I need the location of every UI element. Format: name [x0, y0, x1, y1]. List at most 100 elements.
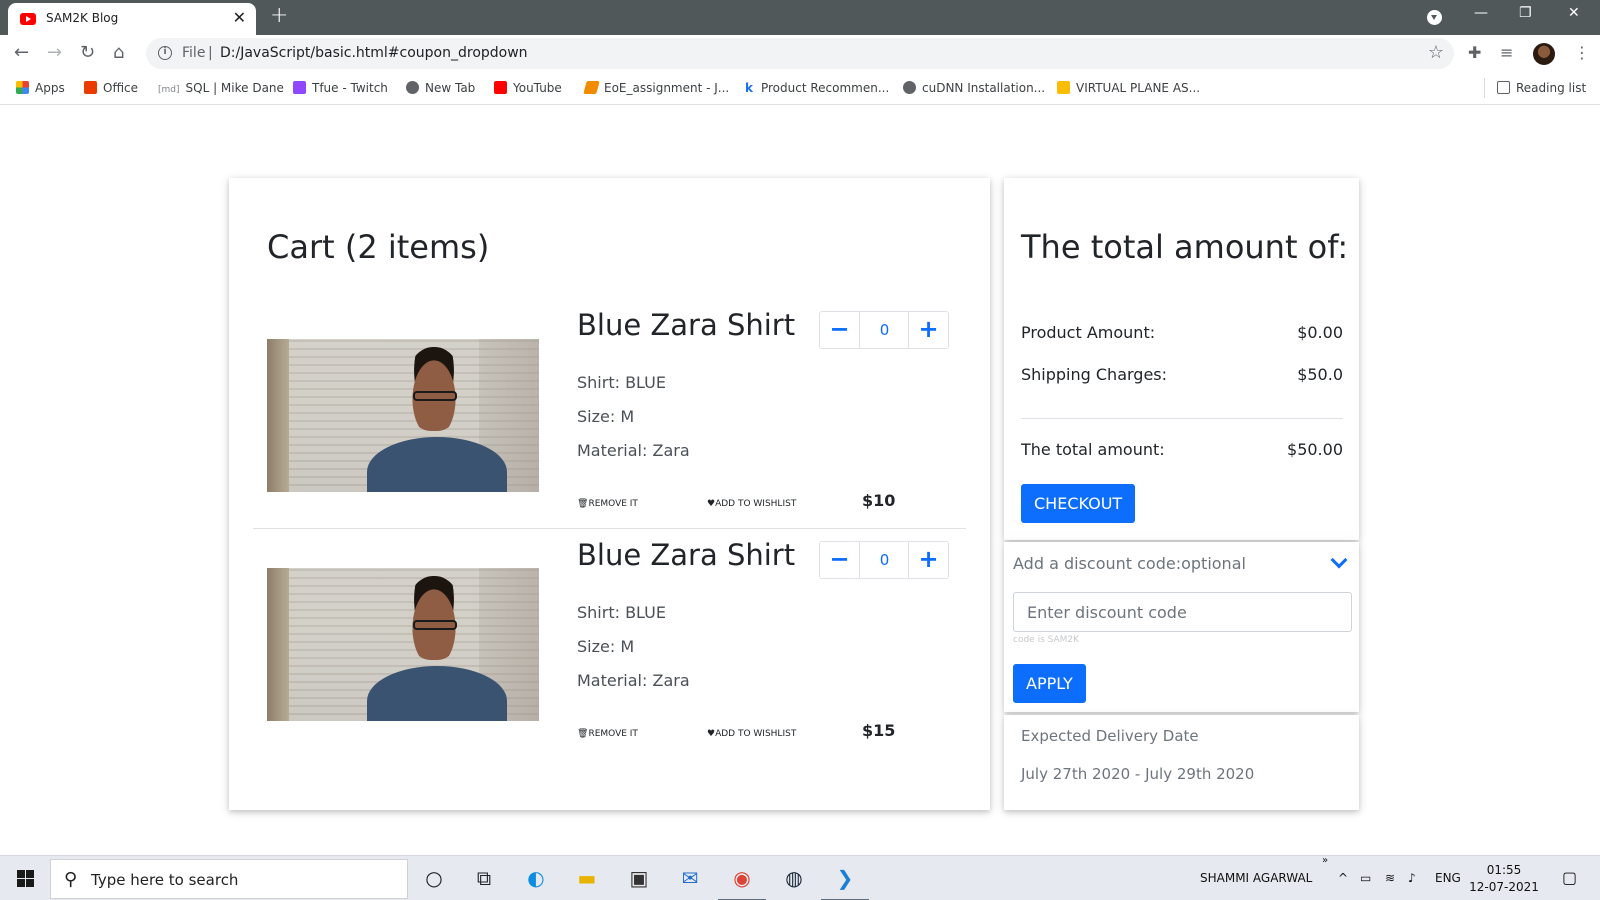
increase-quantity-button[interactable]: + — [908, 542, 948, 578]
show-hidden-icons-chevron-icon[interactable]: ^ — [1338, 871, 1348, 885]
product-shirt: Shirt: BLUE — [577, 373, 666, 392]
bookmark-virtual-plane[interactable]: VIRTUAL PLANE AS... — [1057, 81, 1200, 95]
minimize-icon[interactable]: — — [1474, 5, 1488, 21]
browser-tab[interactable]: SAM2K Blog ✕ — [8, 3, 256, 35]
add-to-wishlist-button[interactable]: ♥Add to wishlist — [707, 499, 796, 509]
remove-item-button[interactable]: 🗑Remove it — [577, 729, 638, 739]
shipping-label: Shipping Charges: — [1021, 365, 1168, 384]
product-shirt: Shirt: BLUE — [577, 603, 666, 622]
more-toolbars-icon[interactable]: » — [1322, 855, 1328, 866]
product-material: Material: Zara — [577, 671, 690, 690]
decrease-quantity-button[interactable]: − — [820, 312, 860, 348]
discount-toggle[interactable]: Add a discount code:optional — [1013, 554, 1246, 573]
menu-kebab-icon[interactable]: ⋮ — [1574, 43, 1590, 62]
edge-browser-icon[interactable]: ◐ — [522, 864, 550, 892]
new-tab-button[interactable]: + — [270, 3, 288, 28]
media-queue-icon[interactable]: ≡ — [1500, 43, 1513, 62]
taskbar-user-name[interactable]: SHAMMI AGARWAL — [1200, 871, 1312, 885]
reading-list-icon — [1497, 81, 1510, 94]
add-to-wishlist-button[interactable]: ♥Add to wishlist — [707, 729, 796, 739]
bookmark-sql-mike-dane[interactable]: [md] SQL | Mike Dane — [158, 81, 284, 95]
product-amount-row: Product Amount: $0.00 — [1021, 323, 1343, 342]
taskbar-clock[interactable]: 01:55 12-07-2021 — [1464, 862, 1544, 896]
bookmark-youtube[interactable]: YouTube — [494, 81, 562, 95]
quantity-value[interactable]: 0 — [861, 542, 908, 578]
product-price: $15 — [862, 721, 896, 740]
restore-icon[interactable]: ❐ — [1519, 5, 1532, 21]
profile-avatar[interactable] — [1533, 43, 1555, 65]
extensions-puzzle-icon[interactable]: ✚ — [1468, 43, 1481, 62]
battery-icon[interactable]: ▭ — [1360, 871, 1371, 885]
cortana-icon[interactable]: ○ — [420, 864, 448, 892]
address-url[interactable]: D:/JavaScript/basic.html#coupon_dropdown — [220, 45, 528, 61]
bookmark-cudnn-installation[interactable]: cuDNN Installation... — [903, 81, 1045, 95]
product-amount-label: Product Amount: — [1021, 323, 1156, 342]
back-arrow-icon[interactable]: ← — [14, 42, 29, 63]
product-name: Blue Zara Shirt — [577, 538, 796, 572]
taskbar-search-placeholder: Type here to search — [91, 871, 239, 889]
tab-close-icon[interactable]: ✕ — [233, 8, 246, 27]
quantity-value[interactable]: 0 — [861, 312, 908, 348]
language-indicator[interactable]: ENG — [1435, 871, 1461, 885]
twitch-icon — [293, 81, 306, 94]
mail-icon[interactable]: ✉ — [676, 864, 704, 892]
product-size: Size: M — [577, 407, 635, 426]
tab-search-dropdown-icon[interactable] — [1427, 10, 1442, 25]
slides-icon — [1057, 81, 1070, 94]
bookmark-eoe-assignment[interactable]: EoE_assignment - J... — [583, 81, 729, 95]
discount-hint: code is SAM2K — [1013, 635, 1080, 645]
bookmarks-bar: Apps Office [md] SQL | Mike Dane Tfue - T… — [0, 72, 1600, 105]
bookmark-star-icon[interactable]: ☆ — [1428, 42, 1444, 63]
wifi-icon[interactable]: ≋ — [1385, 871, 1395, 885]
notebook-icon — [583, 81, 600, 94]
quantity-stepper: − 0 + — [819, 541, 949, 579]
address-bar[interactable]: i File | D:/JavaScript/basic.html#coupon… — [146, 38, 1454, 69]
discount-code-input[interactable] — [1013, 592, 1352, 632]
bookmark-tfue-twitch[interactable]: Tfue - Twitch — [293, 81, 388, 95]
product-name: Blue Zara Shirt — [577, 308, 796, 342]
decrease-quantity-button[interactable]: − — [820, 542, 860, 578]
taskbar-search-box[interactable]: ⚲ Type here to search — [50, 859, 408, 899]
youtube-icon — [494, 81, 507, 94]
home-icon[interactable]: ⌂ — [113, 42, 124, 63]
vscode-icon[interactable]: ❯ — [821, 864, 869, 900]
close-window-icon[interactable]: ✕ — [1568, 5, 1580, 21]
product-price: $10 — [862, 491, 896, 510]
chevron-down-icon[interactable] — [1330, 551, 1348, 569]
chrome-icon[interactable]: ◉ — [718, 864, 766, 900]
remove-item-button[interactable]: 🗑Remove it — [577, 499, 638, 509]
tab-title: SAM2K Blog — [46, 11, 119, 25]
reload-icon[interactable]: ↻ — [80, 42, 95, 63]
shipping-value: $50.0 — [1297, 365, 1343, 384]
quantity-stepper: − 0 + — [819, 311, 949, 349]
bookmark-new-tab[interactable]: New Tab — [406, 81, 475, 95]
windows-taskbar: ⚲ Type here to search ○ ⧉ ◐ ▬ ▣ ✉ ◉ ◍ ❯ … — [0, 855, 1600, 900]
product-material: Material: Zara — [577, 441, 690, 460]
md-icon: [md] — [158, 85, 180, 95]
microsoft-store-icon[interactable]: ▣ — [625, 864, 653, 892]
office-icon — [84, 81, 97, 94]
shipping-row: Shipping Charges: $50.0 — [1021, 365, 1343, 384]
heart-icon: ♥ — [707, 499, 716, 509]
bookmark-product-recommen[interactable]: k Product Recommen... — [745, 81, 889, 95]
steam-icon[interactable]: ◍ — [780, 864, 808, 892]
checkout-button[interactable]: Checkout — [1021, 484, 1136, 523]
apply-discount-button[interactable]: Apply — [1013, 664, 1086, 703]
summary-divider — [1021, 418, 1343, 419]
reading-list-button[interactable]: Reading list — [1497, 81, 1586, 95]
file-explorer-icon[interactable]: ▬ — [573, 864, 601, 892]
bookmarks-divider — [1484, 78, 1485, 98]
notifications-icon[interactable]: ▢ — [1562, 868, 1577, 887]
bookmark-office[interactable]: Office — [84, 81, 138, 95]
site-info-icon[interactable]: i — [158, 46, 172, 60]
windows-start-icon[interactable] — [17, 870, 34, 887]
increase-quantity-button[interactable]: + — [908, 312, 948, 348]
task-view-icon[interactable]: ⧉ — [470, 864, 498, 892]
forward-arrow-icon[interactable]: → — [47, 42, 62, 63]
volume-icon[interactable]: ♪ — [1408, 871, 1416, 885]
globe-icon — [406, 81, 419, 94]
summary-title: The total amount of: — [1021, 228, 1349, 266]
bookmark-apps[interactable]: Apps — [16, 81, 65, 95]
heart-icon: ♥ — [707, 729, 716, 739]
item-divider — [253, 528, 966, 529]
